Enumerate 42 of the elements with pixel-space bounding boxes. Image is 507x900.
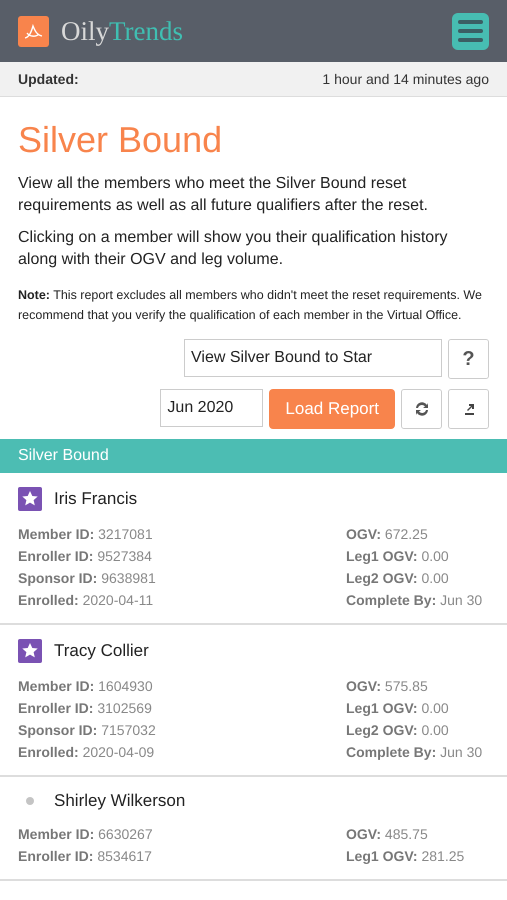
member-card[interactable]: Tracy Collier Member ID: 1604930 Enroller ID: 3102569 Sponsor ID: 7157032 Enrolled: 2020-04-09 OGV: 575.85 Leg1 OGV: 0.00 Leg2 OGV: 0.00 Complete By: Jun 30 bbox=[0, 625, 507, 777]
member-card[interactable]: Shirley Wilkerson Member ID: 6630267 Enroller ID: 8534617 OGV: 485.75 Leg1 OGV: 281.25 bbox=[0, 777, 507, 881]
menu-button[interactable] bbox=[452, 12, 489, 50]
member-stat: Leg2 OGV: 0.00 bbox=[346, 569, 450, 588]
member-stat: Member ID: 6630267 bbox=[18, 825, 154, 844]
description-text: View all the members who meet the Silver Bound reset requirements as well as all future qualifiers after the reset. bbox=[18, 174, 429, 216]
page-title: Silver Bound bbox=[18, 119, 224, 161]
member-stat: Sponsor ID: 7157032 bbox=[18, 721, 157, 740]
month-field[interactable]: Jun 2020 bbox=[160, 389, 264, 427]
section-header: Silver Bound bbox=[0, 439, 507, 473]
member-stat: Member ID: 3217081 bbox=[18, 525, 154, 544]
member-stat: Leg1 OGV: 0.00 bbox=[346, 547, 450, 566]
member-stat: Enroller ID: 9527384 bbox=[18, 547, 153, 566]
export-button[interactable] bbox=[448, 389, 489, 429]
view-select[interactable]: View Silver Bound to Star bbox=[184, 339, 442, 377]
updated-time: 1 hour and 14 minutes ago bbox=[322, 71, 489, 87]
member-stat: Leg1 OGV: 0.00 bbox=[346, 699, 450, 718]
member-stat: OGV: 672.25 bbox=[346, 525, 429, 544]
note-text: Note: This report excludes all members who didn't meet the reset requirements. We recommend that you verify the qualification of each member in the Virtual Office. bbox=[18, 287, 483, 324]
member-stat: Sponsor ID: 9638981 bbox=[18, 569, 157, 588]
member-stat: Enroller ID: 8534617 bbox=[18, 847, 153, 866]
description-text: Clicking on a member will show you their qualification history along with their OGV and leg volume. bbox=[18, 228, 449, 270]
refresh-button[interactable] bbox=[401, 389, 442, 429]
member-stat: Leg1 OGV: 281.25 bbox=[346, 847, 466, 866]
member-card[interactable]: Iris Francis Member ID: 3217081 Enroller ID: 9527384 Sponsor ID: 9638981 Enrolled: 2020-04-11 OGV: 672.25 Leg1 OGV: 0.00 Leg2 OGV: 0.00 Complete By: Jun 30 bbox=[0, 473, 507, 625]
member-name: Shirley Wilkerson bbox=[54, 791, 186, 811]
member-stat: Enrolled: 2020-04-09 bbox=[18, 743, 156, 762]
member-stat: OGV: 485.75 bbox=[346, 825, 429, 844]
member-stat: Complete By: Jun 30 bbox=[346, 743, 484, 762]
member-stat: Member ID: 1604930 bbox=[18, 677, 154, 696]
updated-label: Updated: bbox=[18, 71, 79, 87]
logo-icon bbox=[18, 16, 49, 46]
member-stat: Leg2 OGV: 0.00 bbox=[346, 721, 450, 740]
member-stat: Enrolled: 2020-04-11 bbox=[18, 591, 154, 610]
member-name: Tracy Collier bbox=[54, 641, 149, 661]
brand-name: OilyTrends bbox=[61, 16, 184, 46]
dot-icon bbox=[26, 797, 34, 805]
member-stat: Complete By: Jun 30 bbox=[346, 591, 484, 610]
member-name: Iris Francis bbox=[54, 489, 138, 509]
help-button[interactable]: ? bbox=[448, 339, 489, 379]
member-stat: OGV: 575.85 bbox=[346, 677, 429, 696]
member-stat: Enroller ID: 3102569 bbox=[18, 699, 153, 718]
